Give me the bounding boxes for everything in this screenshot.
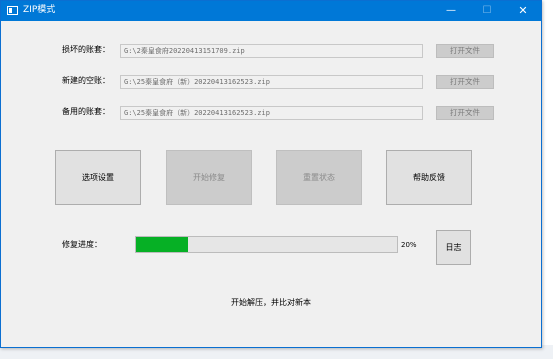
progress-bar-fill xyxy=(136,237,189,252)
zip-mode-window: ZIP模式 — ☐ ✕ 损坏的账套： G:\2秦皇食府2022041315170… xyxy=(0,0,542,348)
new-empty-set-label: 新建的空账： xyxy=(62,76,110,85)
log-button[interactable]: 日志 xyxy=(436,230,471,265)
progress-percent: 20% xyxy=(401,241,417,249)
window-title: ZIP模式 xyxy=(23,5,56,15)
status-message: 开始解压，并比对新本 xyxy=(231,298,311,307)
options-settings-button[interactable]: 选项设置 xyxy=(55,150,141,205)
reset-state-button[interactable]: 重置状态 xyxy=(276,150,362,205)
backup-set-open-button[interactable]: 打开文件 xyxy=(436,106,494,120)
backup-set-path-field[interactable]: G:\25秦皇食府（新）20220413162523.zip xyxy=(120,106,423,120)
help-feedback-button[interactable]: 帮助反馈 xyxy=(386,150,472,205)
new-empty-set-path-field[interactable]: G:\25秦皇食府（新）20220413162523.zip xyxy=(120,75,423,89)
damaged-set-path-field[interactable]: G:\2秦皇食府20220413151709.zip xyxy=(120,44,423,58)
close-icon[interactable]: ✕ xyxy=(505,1,541,21)
progress-label: 修复进度： xyxy=(62,240,102,249)
damaged-set-open-button[interactable]: 打开文件 xyxy=(436,44,494,58)
start-repair-button[interactable]: 开始修复 xyxy=(166,150,252,205)
damaged-set-label: 损坏的账套： xyxy=(62,45,110,54)
minimize-icon[interactable]: — xyxy=(433,1,469,21)
backup-set-label: 备用的账套： xyxy=(62,107,110,116)
progress-bar xyxy=(135,236,398,253)
maximize-icon: ☐ xyxy=(482,5,492,16)
title-bar[interactable]: ZIP模式 — ☐ ✕ xyxy=(1,1,541,21)
new-empty-set-open-button[interactable]: 打开文件 xyxy=(436,75,494,89)
app-window-icon xyxy=(7,6,18,15)
